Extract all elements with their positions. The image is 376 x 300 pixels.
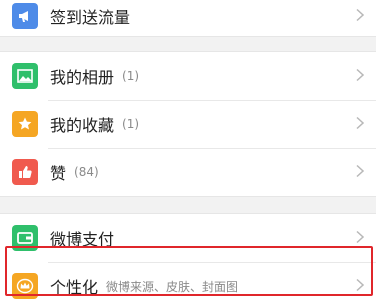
menu-group-personal: 我的相册 (1) 我的收藏 (1) 赞 (84) [0, 51, 376, 197]
chevron-right-icon [356, 229, 365, 248]
menu-item-pay[interactable]: 微博支付 [0, 214, 376, 262]
megaphone-icon [12, 3, 38, 29]
chevron-right-icon [356, 163, 365, 182]
menu-item-pay-label: 微博支付 [50, 230, 115, 249]
menu-item-album-label: 我的相册 [50, 68, 115, 87]
profile-menu-screen: 签到送流量 我的相册 (1) 我的收藏 (1) 赞 (84) 微博支付 个性化 … [0, 0, 376, 300]
menu-item-album-count: (1) [122, 69, 140, 83]
chevron-right-icon [356, 67, 365, 86]
menu-item-likes-count: (84) [74, 165, 99, 179]
menu-item-checkin-label: 签到送流量 [50, 8, 131, 27]
wallet-icon [12, 225, 38, 251]
menu-item-likes[interactable]: 赞 (84) [0, 148, 376, 196]
thumbs-up-icon [12, 159, 38, 185]
menu-item-album[interactable]: 我的相册 (1) [0, 52, 376, 100]
crown-icon [12, 273, 38, 299]
menu-group-checkin: 签到送流量 [0, 0, 376, 37]
image-icon [12, 63, 38, 89]
menu-item-favorites-label: 我的收藏 [50, 116, 115, 135]
menu-item-checkin[interactable]: 签到送流量 [0, 0, 376, 36]
menu-item-personalize[interactable]: 个性化 微博来源、皮肤、封面图 [0, 262, 376, 300]
menu-item-likes-label: 赞 [50, 164, 67, 183]
menu-item-personalize-label: 个性化 [50, 278, 99, 297]
menu-item-favorites[interactable]: 我的收藏 (1) [0, 100, 376, 148]
chevron-right-icon [356, 7, 365, 26]
menu-group-services: 微博支付 个性化 微博来源、皮肤、封面图 [0, 213, 376, 300]
chevron-right-icon [356, 277, 365, 296]
menu-item-favorites-count: (1) [122, 117, 140, 131]
star-icon [12, 111, 38, 137]
menu-item-personalize-subtitle: 微博来源、皮肤、封面图 [106, 279, 239, 294]
chevron-right-icon [356, 115, 365, 134]
